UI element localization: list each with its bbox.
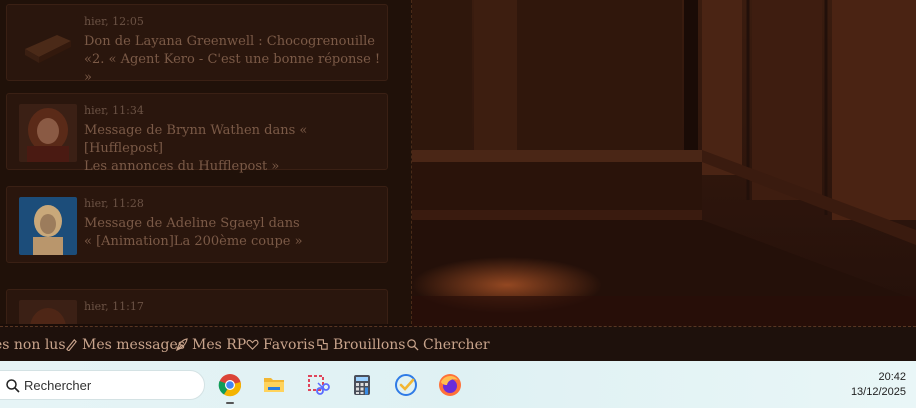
room-illustration [412, 0, 916, 326]
nav-my-rp-label: Mes RP [192, 336, 247, 353]
notification-card[interactable]: hier, 11:34 Message de Brynn Wathen dans… [6, 93, 388, 174]
taskbar-search-placeholder: Rechercher [24, 378, 92, 393]
notification-card[interactable]: hier, 11:17 [6, 289, 388, 324]
scene-background [412, 0, 916, 326]
notification-time: hier, 11:28 [84, 197, 144, 210]
gift-thumbnail [19, 15, 77, 73]
notifications-panel: hier, 12:05 Don de Layana Greenwell : Ch… [0, 0, 412, 324]
system-clock[interactable]: 20:42 13/12/2025 [851, 370, 906, 400]
nav-drafts-label: Brouillons [333, 336, 406, 353]
notification-time: hier, 11:34 [84, 104, 144, 117]
chrome-icon[interactable] [218, 373, 242, 397]
nav-search[interactable]: Chercher [406, 327, 490, 362]
clock-date: 13/12/2025 [850, 386, 906, 398]
search-icon [407, 339, 419, 351]
todo-icon[interactable] [394, 373, 418, 397]
file-explorer-icon[interactable] [262, 373, 286, 397]
search-icon [6, 379, 20, 393]
avatar[interactable] [19, 300, 77, 324]
notification-time: hier, 12:05 [84, 15, 144, 28]
nav-drafts[interactable]: Brouillons [316, 327, 406, 362]
forum-nav-bar: es non lus Mes messages Mes RP Favoris B… [0, 326, 916, 361]
taskbar: Rechercher 20:42 13/12/2025 [0, 361, 916, 408]
pen-icon [66, 339, 77, 351]
taskbar-search-box[interactable]: Rechercher [0, 370, 205, 400]
nav-favorites[interactable]: Favoris [246, 327, 315, 362]
notification-text[interactable]: Don de Layana Greenwell : Chocogrenouill… [84, 33, 384, 87]
clock-time: 20:42 [878, 371, 906, 383]
snipping-tool-icon[interactable] [306, 373, 330, 397]
nav-my-messages[interactable]: Mes messages [65, 327, 185, 362]
notification-time: hier, 11:17 [84, 300, 144, 313]
drafts-icon [317, 339, 328, 350]
feather-icon [176, 338, 188, 351]
notification-card[interactable]: hier, 11:28 Message de Adeline Sgaeyl da… [6, 186, 388, 263]
heart-icon [246, 339, 259, 350]
nav-unread[interactable]: es non lus [0, 327, 66, 362]
nav-favorites-label: Favoris [263, 336, 315, 353]
avatar[interactable] [19, 197, 77, 255]
notification-text[interactable]: Message de Brynn Wathen dans « [Hufflepo… [84, 122, 384, 176]
nav-my-messages-label: Mes messages [82, 336, 185, 353]
nav-unread-label: es non lus [0, 336, 66, 353]
nav-search-label: Chercher [423, 336, 490, 353]
active-app-indicator [226, 402, 234, 404]
notification-text[interactable]: Message de Adeline Sgaeyl dans « [Animat… [84, 215, 384, 251]
notification-card[interactable]: hier, 12:05 Don de Layana Greenwell : Ch… [6, 4, 388, 85]
nav-my-rp[interactable]: Mes RP [175, 327, 246, 362]
avatar[interactable] [19, 104, 77, 162]
firefox-icon[interactable] [438, 373, 462, 397]
calculator-icon[interactable] [350, 373, 374, 397]
